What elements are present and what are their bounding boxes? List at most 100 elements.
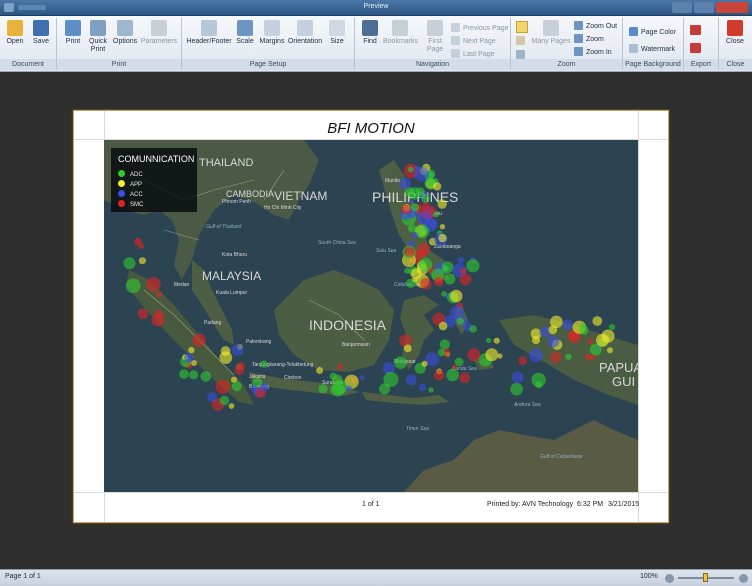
site-marker xyxy=(231,344,244,356)
orientation-icon xyxy=(297,20,313,36)
zoom-slider-thumb[interactable] xyxy=(703,573,708,582)
first-page-button[interactable]: First Page xyxy=(424,20,446,54)
site-marker xyxy=(138,257,146,265)
site-marker xyxy=(407,166,414,173)
label-guinea: GUI xyxy=(612,374,635,389)
site-marker xyxy=(219,395,230,406)
app-swatch xyxy=(118,180,125,187)
orientation-button[interactable]: Orientation xyxy=(287,20,323,46)
zoom-out-icon xyxy=(574,21,583,30)
document-group: Open Save Document xyxy=(0,18,57,70)
save-button[interactable]: Save xyxy=(31,20,51,46)
site-marker xyxy=(421,194,430,203)
label-palembang: Palembang xyxy=(246,339,272,345)
label-padang: Padang xyxy=(204,320,221,326)
zoom-in-small-icon[interactable] xyxy=(739,574,748,583)
close-preview-button[interactable]: Close xyxy=(724,20,746,46)
window-close-button[interactable] xyxy=(716,2,748,13)
email-export-icon xyxy=(690,43,701,53)
label-phnom-penh: Phnom Penh xyxy=(222,199,251,205)
find-button[interactable]: Find xyxy=(360,20,380,46)
site-marker xyxy=(411,232,419,239)
site-marker xyxy=(219,351,233,364)
header-footer-button[interactable]: Header/Footer xyxy=(186,20,232,46)
zoom-out-small-icon[interactable] xyxy=(665,574,674,583)
report-title: BFI MOTION xyxy=(327,120,415,137)
legend-item-acc: ACC xyxy=(118,190,143,198)
watermark-button[interactable]: Watermark xyxy=(629,44,675,56)
site-marker xyxy=(550,351,562,363)
site-marker xyxy=(529,348,543,363)
label-indonesia: INDONESIA xyxy=(309,317,387,333)
print-button[interactable]: Print xyxy=(63,20,83,46)
zoom-out-button[interactable]: Zoom Out xyxy=(574,21,617,33)
send-document-button[interactable] xyxy=(690,43,712,55)
site-marker xyxy=(511,371,524,384)
site-marker xyxy=(405,374,417,386)
site-marker xyxy=(592,316,603,326)
acc-swatch xyxy=(118,190,125,197)
bookmarks-button[interactable]: Bookmarks xyxy=(383,20,418,46)
minimize-button[interactable] xyxy=(672,2,692,13)
legend-item-smc: SMC xyxy=(118,200,143,208)
site-marker xyxy=(414,165,421,172)
floppy-icon xyxy=(33,20,49,36)
site-marker xyxy=(399,334,412,347)
zoom-group-label: Zoom xyxy=(511,59,622,70)
site-marker xyxy=(417,211,431,226)
site-marker xyxy=(417,242,431,256)
previous-page-button[interactable]: Previous Page xyxy=(451,23,509,35)
site-marker xyxy=(456,317,464,325)
many-pages-button[interactable]: Many Pages xyxy=(531,20,571,46)
next-page-button[interactable]: Next Page xyxy=(451,36,496,48)
parameters-button[interactable]: Parameters xyxy=(140,20,178,46)
size-button[interactable]: Size xyxy=(327,20,347,46)
site-marker xyxy=(530,328,542,340)
export-document-button[interactable] xyxy=(690,25,712,37)
site-marker xyxy=(146,277,161,292)
label-south-china-sea: South China Sea xyxy=(318,240,356,246)
watermark-icon xyxy=(629,44,638,53)
zoom-level: 100% xyxy=(640,573,658,580)
site-marker xyxy=(437,348,446,357)
label-banjarmasin: Banjarmasin xyxy=(342,342,370,348)
zoom-in-button[interactable]: Zoom In xyxy=(574,47,612,59)
printed-by-label: Printed by: xyxy=(487,501,521,508)
pointer-tool[interactable] xyxy=(516,21,528,33)
site-marker xyxy=(192,333,206,347)
margins-button[interactable]: Margins xyxy=(259,20,285,46)
hand-tool[interactable] xyxy=(516,36,528,48)
map-legend: COMUNNICATION ADC APP ACC SMC xyxy=(111,148,197,212)
close-icon xyxy=(727,20,743,36)
page-size-icon xyxy=(329,20,345,36)
label-thailand: THAILAND xyxy=(199,157,253,169)
site-marker xyxy=(510,382,523,396)
site-marker xyxy=(449,289,463,303)
close-group-label: Close xyxy=(719,59,752,70)
maximize-button[interactable] xyxy=(694,2,714,13)
site-marker xyxy=(421,360,428,367)
open-button[interactable]: Open xyxy=(5,20,25,46)
site-marker xyxy=(485,348,499,362)
label-vietnam: VIETNAM xyxy=(274,189,327,203)
title-bar: Preview xyxy=(0,0,752,16)
scale-button[interactable]: Scale xyxy=(235,20,255,46)
print-group: Print Quick Print Options Parameters Pri… xyxy=(57,18,182,70)
scale-icon xyxy=(237,20,253,36)
page-color-button[interactable]: Page Color xyxy=(629,27,676,39)
site-marker xyxy=(420,278,432,290)
site-marker xyxy=(337,363,344,370)
site-marker xyxy=(439,339,450,350)
zoom-button[interactable]: Zoom xyxy=(574,34,604,46)
page-background-group-label: Page Background xyxy=(623,59,683,70)
site-marker xyxy=(401,204,411,215)
site-marker xyxy=(434,277,444,287)
site-marker xyxy=(407,224,417,233)
site-marker xyxy=(318,384,328,394)
site-marker xyxy=(399,177,411,190)
adc-swatch xyxy=(118,170,125,177)
pdf-export-icon xyxy=(690,25,701,35)
zoom-group: Many Pages Zoom Out Zoom Zoom In Zoom xyxy=(511,18,623,70)
quick-print-button[interactable]: Quick Print xyxy=(87,20,109,54)
options-button[interactable]: Options xyxy=(113,20,137,46)
